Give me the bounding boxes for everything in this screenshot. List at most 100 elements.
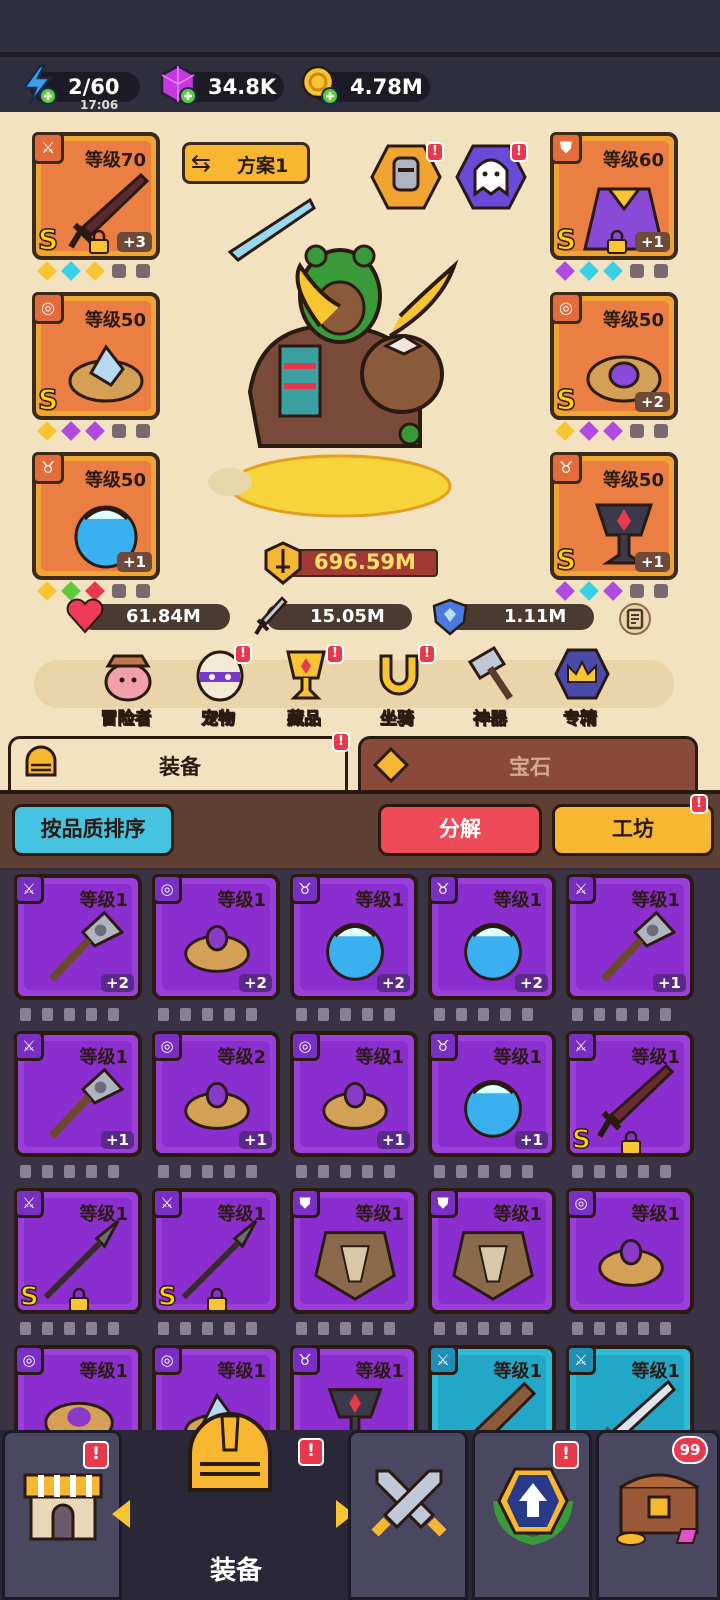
locked-socket-icon [478,1322,489,1335]
locked-socket-icon [456,1322,467,1335]
locked-socket-icon [434,1322,445,1335]
menu-label: 坐骑 [380,709,415,730]
lightning-icon [21,64,57,105]
item-card: ⚔ 等级1 +1 [566,874,694,1000]
equip-slot-ring[interactable]: ◎ 等级50 S [32,292,160,420]
locked-socket-icon [384,1008,395,1021]
item-level: 等级1 [493,1361,542,1382]
armor-type-icon: ⛊ [290,1188,320,1218]
item-rank: S [19,1281,39,1313]
item-socket-row [158,1006,278,1021]
locked-socket-icon [64,1165,75,1178]
gem-diamond-icon [373,747,409,783]
item-level: 等级1 [631,1047,680,1068]
ring-type-icon: ◎ [566,1188,596,1218]
locked-socket-icon [616,1008,627,1021]
equip-slot-weapon[interactable]: ⚔ 等级70 S +3 [32,132,160,260]
locked-socket-icon [42,1008,53,1021]
gem-socket [61,261,81,281]
locked-socket-icon [42,1322,53,1335]
inventory-item[interactable]: ♉ 等级1 [288,1341,420,1430]
inventory-item[interactable]: ⚔ 等级1 +1 [564,870,696,1026]
alert-badge: ! [418,644,436,664]
locked-socket-icon [340,1008,351,1021]
inventory-item[interactable]: ⚔ 等级1 +1 [12,1027,144,1183]
locked-socket-icon [654,264,668,278]
sort-by-quality-button[interactable]: 按品质排序 [12,804,174,856]
nav-shop[interactable]: ! [2,1430,122,1600]
menu-adventurer[interactable]: 冒险者 [86,646,166,730]
energy-counter[interactable]: 2/60 17:06 [21,64,140,112]
item-level: 等级1 [493,890,542,911]
inventory-item[interactable]: ♉ 等级1 +2 [426,870,558,1026]
locked-socket-icon [638,1008,649,1021]
inventory-item[interactable]: ⚔ 等级1 [426,1341,558,1430]
dismantle-button[interactable]: 分解 [378,804,542,856]
item-level: 等级1 [355,1204,404,1225]
inventory-item[interactable]: ⚔ 等级1 S [12,1184,144,1340]
equip-slot-armor[interactable]: ⛊ 等级60 S +1 [550,132,678,260]
locked-socket-icon [654,584,668,598]
inventory-item[interactable]: ⚔ 等级1 +2 [12,870,144,1026]
tab-gems[interactable]: 宝石 [358,736,698,790]
loadout-plan-button[interactable]: ⇆ 方案1 [182,142,310,184]
nav-upgrade[interactable]: ! [472,1430,592,1600]
item-level: 等级1 [493,1047,542,1068]
workshop-button[interactable]: 工坊 [552,804,714,856]
inventory-item[interactable]: ◎ 等级1 [12,1341,144,1430]
locked-socket-icon [112,424,126,438]
locked-socket-icon [478,1008,489,1021]
inventory-item[interactable]: ◎ 等级1 +1 [288,1027,420,1183]
item-socket-row [296,1320,416,1335]
hero-character[interactable] [190,196,470,526]
inventory-item[interactable]: ⚔ 等级1 [564,1341,696,1430]
item-socket-row [296,1006,416,1021]
locked-socket-icon [108,1322,119,1335]
menu-label: 神器 [473,709,508,730]
alert-badge: ! [510,142,528,162]
sword-type-icon: ⚔ [428,1345,458,1375]
inventory-item[interactable]: ⛊ 等级1 [288,1184,420,1340]
locked-socket-icon [594,1165,605,1178]
locked-socket-icon [638,1165,649,1178]
item-plus: +1 [652,974,686,992]
equip-slot-necklace[interactable]: ♉ 等级50 +1 [32,452,160,580]
lock-icon [207,1288,227,1312]
item-socket-row [296,1163,416,1178]
inventory-item[interactable]: ⚔ 等级1 S [150,1184,282,1340]
helmet-icon [25,745,57,777]
inventory-item[interactable]: ⚔ 等级1 S [564,1027,696,1183]
inventory-item[interactable]: ♉ 等级1 +1 [426,1027,558,1183]
item-socket-row [20,1006,140,1021]
menu-label: 冒险者 [100,709,152,730]
inventory-item[interactable]: ◎ 等级2 +1 [150,1027,282,1183]
inventory-item[interactable]: ♉ 等级1 +2 [288,870,420,1026]
inventory-item[interactable]: ◎ 等级1 [564,1184,696,1340]
gold-counter[interactable]: 4.78M [301,65,430,105]
item-card: ♉ 等级1 +1 [428,1031,556,1157]
item-socket-row [158,1320,278,1335]
locked-socket-icon [594,1322,605,1335]
sword-type-icon: ⚔ [566,1031,596,1061]
item-level: 等级1 [355,1361,404,1382]
equip-slot-necklace-2[interactable]: ♉ 等级50 S +1 [550,452,678,580]
menu-mastery[interactable]: 专精 [540,646,620,729]
locked-socket-icon [638,1322,649,1335]
inventory-item[interactable]: ⛊ 等级1 [426,1184,558,1340]
gem-socket [37,261,57,281]
item-level: 等级1 [217,890,266,911]
equip-slot-ring-2[interactable]: ◎ 等级50 S +2 [550,292,678,420]
ring-type-icon: ◎ [290,1031,320,1061]
slot-rank: S [37,222,59,257]
gem-counter[interactable]: 34.8K [160,64,284,105]
armor-type-icon: ⛊ [550,132,582,164]
inventory-item[interactable]: ◎ 等级1 +2 [150,870,282,1026]
item-rank: S [157,1281,177,1313]
locked-socket-icon [522,1008,533,1021]
tab-equipment[interactable]: 装备 [8,736,348,790]
menu-artifact[interactable]: 神器 [450,646,530,730]
nav-battle[interactable] [348,1430,468,1600]
stats-detail-icon[interactable] [618,602,652,636]
item-plus: +1 [376,1131,410,1149]
nav-left-arrow-icon[interactable] [112,1500,130,1528]
